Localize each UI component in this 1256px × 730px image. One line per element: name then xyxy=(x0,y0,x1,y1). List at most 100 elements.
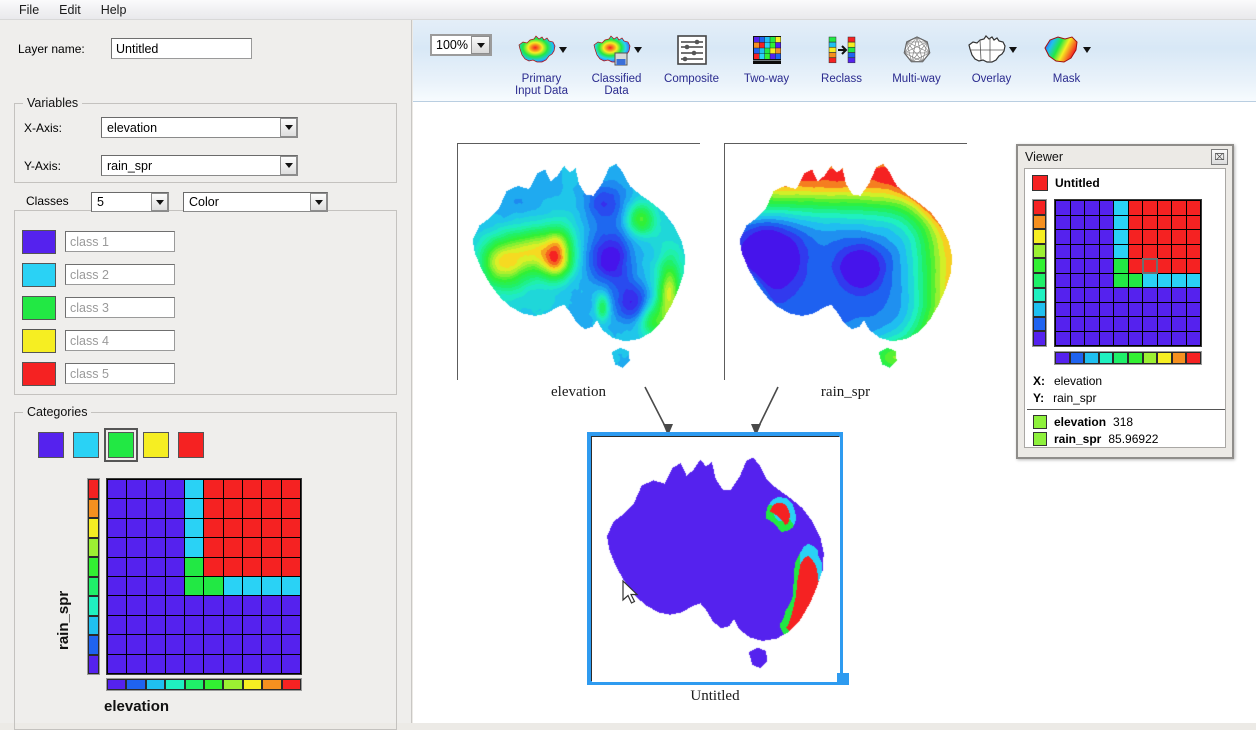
matrix-cell[interactable] xyxy=(1114,331,1128,345)
matrix-cell[interactable] xyxy=(223,654,243,673)
matrix-cell[interactable] xyxy=(1143,273,1157,287)
matrix-cell[interactable] xyxy=(165,518,185,538)
matrix-cell[interactable] xyxy=(1172,288,1186,302)
matrix-cell[interactable] xyxy=(281,538,300,557)
toolbar-button-reclass[interactable]: Reclass xyxy=(804,30,879,97)
menu-item-edit[interactable]: Edit xyxy=(50,1,90,19)
matrix-cell[interactable] xyxy=(185,615,204,635)
matrix-cell[interactable] xyxy=(1172,230,1186,244)
matrix-cell[interactable] xyxy=(1157,288,1171,302)
matrix-cell[interactable] xyxy=(243,596,262,615)
matrix-cell[interactable] xyxy=(165,576,185,596)
matrix-cell[interactable] xyxy=(223,557,243,576)
matrix-cell[interactable] xyxy=(1143,215,1157,229)
matrix-cell[interactable] xyxy=(223,615,243,635)
matrix-cell[interactable] xyxy=(262,654,281,673)
matrix-cell[interactable] xyxy=(262,499,281,518)
matrix-cell[interactable] xyxy=(1172,201,1186,215)
matrix-cell[interactable] xyxy=(1085,302,1099,316)
matrix-cell[interactable] xyxy=(204,538,223,557)
matrix-cell[interactable] xyxy=(146,538,165,557)
close-icon[interactable]: ⌧ xyxy=(1211,149,1228,165)
matrix-cell[interactable] xyxy=(127,654,146,673)
matrix-cell[interactable] xyxy=(223,576,243,596)
matrix-cell[interactable] xyxy=(165,557,185,576)
viewer-matrix[interactable] xyxy=(1054,199,1202,347)
matrix-cell[interactable] xyxy=(146,596,165,615)
matrix-cell[interactable] xyxy=(185,557,204,576)
matrix-cell[interactable] xyxy=(223,635,243,654)
class-name-input-5[interactable]: class 5 xyxy=(65,363,175,384)
matrix-cell[interactable] xyxy=(223,499,243,518)
matrix-cell[interactable] xyxy=(1056,215,1070,229)
matrix-cell[interactable] xyxy=(1099,273,1113,287)
matrix-cell[interactable] xyxy=(1114,215,1128,229)
matrix-cell[interactable] xyxy=(1186,317,1200,331)
matrix-cell[interactable] xyxy=(1099,288,1113,302)
matrix-cell[interactable] xyxy=(1085,230,1099,244)
matrix-cell[interactable] xyxy=(1157,215,1171,229)
matrix-cell[interactable] xyxy=(1143,302,1157,316)
matrix-cell[interactable] xyxy=(1128,259,1142,273)
matrix-cell[interactable] xyxy=(165,480,185,499)
toolbar-button-classified-data[interactable]: Classified Data xyxy=(579,30,654,97)
matrix-cell[interactable] xyxy=(243,635,262,654)
matrix-cell[interactable] xyxy=(1157,317,1171,331)
matrix-cell[interactable] xyxy=(146,499,165,518)
matrix-cell[interactable] xyxy=(108,557,127,576)
matrix-cell[interactable] xyxy=(185,499,204,518)
matrix-cell[interactable] xyxy=(1186,331,1200,345)
matrix-cell[interactable] xyxy=(1172,215,1186,229)
matrix-cell[interactable] xyxy=(165,499,185,518)
matrix-cell[interactable] xyxy=(108,538,127,557)
matrix-cell[interactable] xyxy=(223,480,243,499)
category-swatch-2[interactable] xyxy=(73,432,99,458)
matrix-cell[interactable] xyxy=(1099,317,1113,331)
matrix-cell[interactable] xyxy=(223,538,243,557)
matrix-cell[interactable] xyxy=(1186,215,1200,229)
matrix-cell[interactable] xyxy=(108,480,127,499)
matrix-cell[interactable] xyxy=(281,518,300,538)
matrix-cell[interactable] xyxy=(204,557,223,576)
matrix-cell[interactable] xyxy=(1070,244,1084,258)
zoom-level-select[interactable]: 100% xyxy=(430,34,492,56)
matrix-cell[interactable] xyxy=(1128,273,1142,287)
map-elevation[interactable] xyxy=(457,143,701,381)
matrix-cell[interactable] xyxy=(127,635,146,654)
matrix-cell[interactable] xyxy=(1128,201,1142,215)
matrix-cell[interactable] xyxy=(1070,201,1084,215)
matrix-cell[interactable] xyxy=(146,518,165,538)
matrix-cell[interactable] xyxy=(165,654,185,673)
matrix-cell[interactable] xyxy=(1099,302,1113,316)
matrix-cell[interactable] xyxy=(185,576,204,596)
matrix-cell[interactable] xyxy=(1056,244,1070,258)
matrix-cell[interactable] xyxy=(1085,215,1099,229)
class-name-input-2[interactable]: class 2 xyxy=(65,264,175,285)
matrix-cell[interactable] xyxy=(185,480,204,499)
matrix-cell[interactable] xyxy=(1070,259,1084,273)
matrix-cell[interactable] xyxy=(1128,230,1142,244)
matrix-cell[interactable] xyxy=(185,538,204,557)
matrix-cell[interactable] xyxy=(1085,201,1099,215)
matrix-cell[interactable] xyxy=(127,615,146,635)
y-axis-select[interactable]: rain_spr xyxy=(101,155,298,176)
matrix-cell[interactable] xyxy=(1099,331,1113,345)
matrix-cell[interactable] xyxy=(146,635,165,654)
class-color-swatch-5[interactable] xyxy=(22,362,56,386)
matrix-cell[interactable] xyxy=(1070,331,1084,345)
matrix-cell[interactable] xyxy=(146,576,165,596)
matrix-cell[interactable] xyxy=(1085,288,1099,302)
map-output-selected[interactable] xyxy=(587,432,843,685)
matrix-cell[interactable] xyxy=(1186,288,1200,302)
menu-item-file[interactable]: File xyxy=(10,1,48,19)
class-color-swatch-3[interactable] xyxy=(22,296,56,320)
toolbar-button-two-way[interactable]: Two-way xyxy=(729,30,804,97)
matrix-cell[interactable] xyxy=(1143,288,1157,302)
matrix-cell[interactable] xyxy=(165,538,185,557)
x-axis-select[interactable]: elevation xyxy=(101,117,298,138)
matrix-cell[interactable] xyxy=(1056,302,1070,316)
matrix-cell[interactable] xyxy=(1070,302,1084,316)
matrix-cell[interactable] xyxy=(146,557,165,576)
matrix-cell[interactable] xyxy=(146,654,165,673)
matrix-cell[interactable] xyxy=(127,499,146,518)
